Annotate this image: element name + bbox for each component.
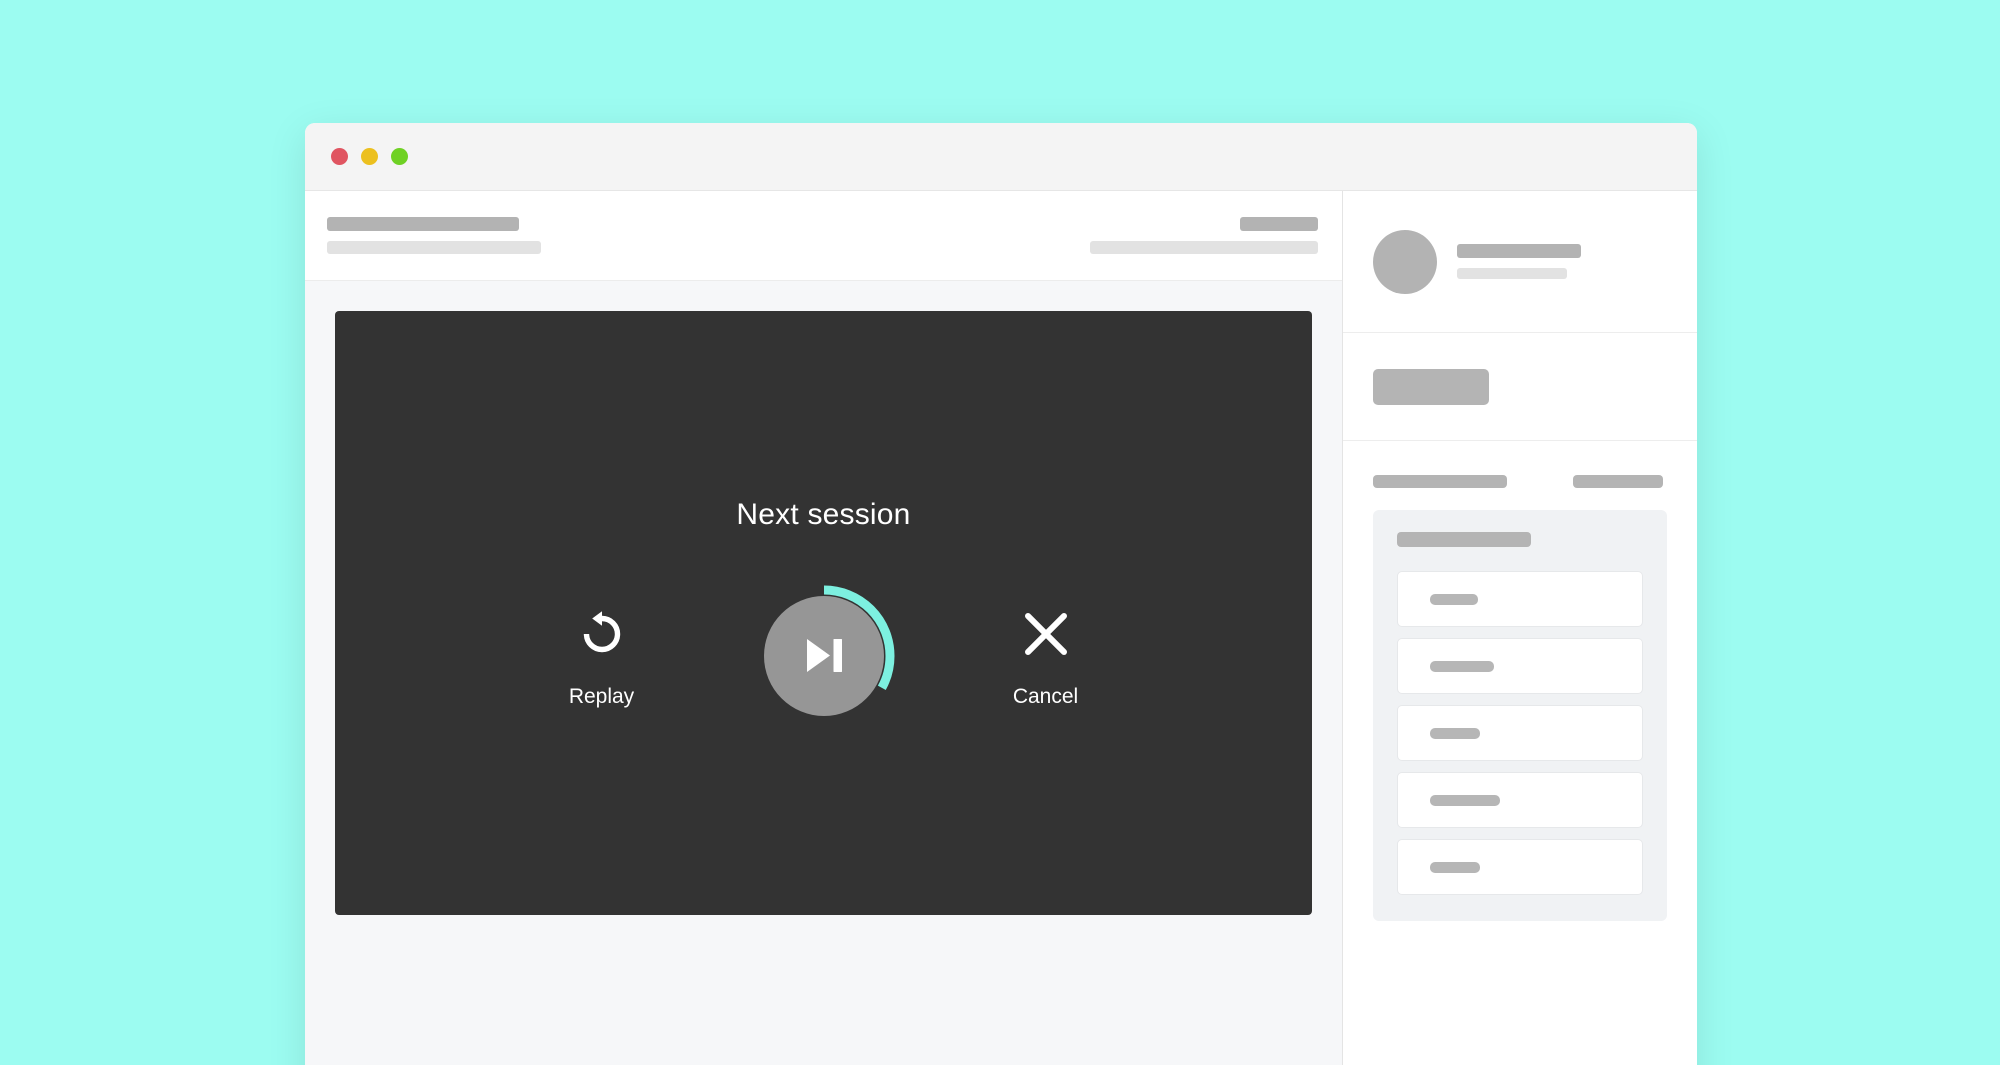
sidebar-tab-one[interactable] (1373, 475, 1507, 488)
sidebar-tab-two[interactable] (1573, 475, 1663, 488)
close-x-icon (1018, 603, 1074, 665)
header-title-placeholder (327, 217, 519, 231)
main-header (305, 191, 1342, 281)
video-stage: Next session Replay Cancel (305, 281, 1342, 1065)
header-meta-placeholder (1240, 217, 1318, 231)
header-meta-long-placeholder (1090, 241, 1318, 254)
skip-button-circle (763, 596, 884, 716)
sidebar-profile[interactable] (1343, 191, 1697, 333)
window-close-icon[interactable] (331, 148, 348, 165)
sidebar (1343, 191, 1697, 1065)
next-session-overlay: Next session Replay Cancel (335, 311, 1312, 915)
sidebar-list-items (1397, 571, 1643, 895)
sidebar-action-chip[interactable] (1373, 368, 1489, 405)
sidebar-list-section (1343, 441, 1697, 1065)
cancel-label: Cancel (1012, 685, 1079, 708)
skip-next-button[interactable] (752, 584, 896, 728)
overlay-actions: Replay Cancel (532, 584, 1116, 728)
sidebar-list-panel (1373, 510, 1667, 921)
list-item-placeholder (1430, 794, 1500, 806)
avatar (1373, 229, 1437, 294)
overlay-title: Next session (736, 498, 911, 531)
header-left-placeholders (327, 217, 541, 254)
cancel-button[interactable]: Cancel (976, 603, 1116, 709)
replay-button[interactable]: Replay (532, 603, 672, 709)
replay-icon (574, 603, 630, 665)
header-subtitle-placeholder (327, 241, 541, 254)
list-item[interactable] (1397, 705, 1643, 761)
app-window: Next session Replay Cancel (305, 123, 1697, 1065)
list-item[interactable] (1397, 638, 1643, 694)
window-title-bar (305, 123, 1697, 191)
replay-label: Replay (568, 685, 635, 708)
list-item-placeholder (1430, 861, 1480, 873)
profile-meta-placeholder (1457, 268, 1567, 279)
list-heading-placeholder (1397, 532, 1531, 547)
profile-text-placeholders (1457, 244, 1581, 279)
window-body: Next session Replay Cancel (305, 191, 1697, 1065)
list-item[interactable] (1397, 839, 1643, 895)
list-item[interactable] (1397, 571, 1643, 627)
skip-next-glyph (806, 639, 842, 672)
list-item-placeholder (1430, 593, 1478, 605)
window-maximize-icon[interactable] (391, 148, 408, 165)
list-item[interactable] (1397, 772, 1643, 828)
profile-name-placeholder (1457, 244, 1581, 258)
sidebar-tabs (1373, 475, 1667, 488)
window-minimize-icon[interactable] (361, 148, 378, 165)
header-right-placeholders (1090, 217, 1318, 254)
list-item-placeholder (1430, 727, 1480, 739)
sidebar-action-row (1343, 333, 1697, 441)
main-column: Next session Replay Cancel (305, 191, 1343, 1065)
list-item-placeholder (1430, 660, 1494, 672)
